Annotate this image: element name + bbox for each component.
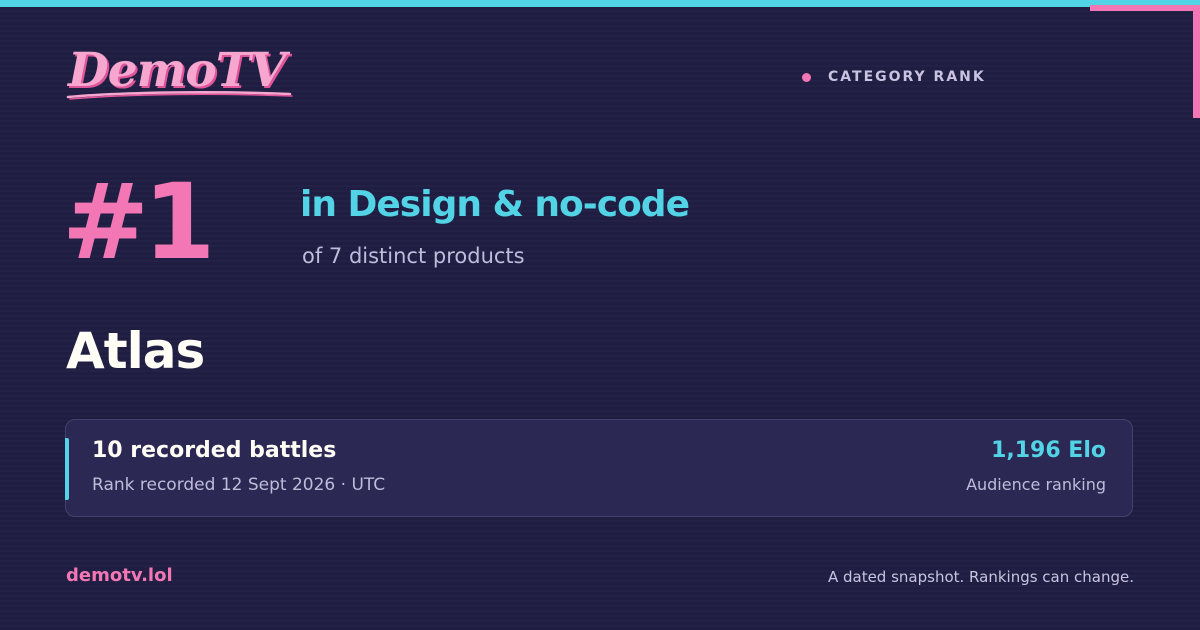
stats-panel: 10 recorded battles Rank recorded 12 Sep… [65, 419, 1133, 517]
corner-accent-horizontal [1090, 5, 1200, 11]
corner-accent-vertical [1193, 5, 1200, 118]
stats-accent-bar [65, 438, 69, 500]
rank-recorded-date: Rank recorded 12 Sept 2026 · UTC [92, 475, 386, 495]
top-accent-bar [0, 0, 1200, 7]
bullet-dot-icon [802, 72, 811, 82]
demotv-logo: DemoTV [64, 40, 304, 106]
footer-disclaimer: A dated snapshot. Rankings can change. [827, 568, 1134, 586]
logo-swoosh-icon [66, 91, 293, 100]
elo-score: 1,196 Elo [991, 438, 1106, 463]
rank-card: DemoTV CATEGORY RANK #1 in Design & no-c… [0, 0, 1200, 630]
category-rank-eyebrow: CATEGORY RANK [802, 66, 986, 88]
rank-number: #1 [62, 161, 215, 283]
elo-caption: Audience ranking [966, 475, 1106, 494]
product-count-subline: of 7 distinct products [302, 244, 525, 268]
product-name: Atlas [66, 322, 205, 380]
footer-domain-link[interactable]: demotv.lol [66, 563, 173, 589]
battles-count: 10 recorded battles [92, 438, 337, 463]
eyebrow-label: CATEGORY RANK [828, 69, 986, 85]
category-label: in Design & no-code [300, 184, 690, 225]
